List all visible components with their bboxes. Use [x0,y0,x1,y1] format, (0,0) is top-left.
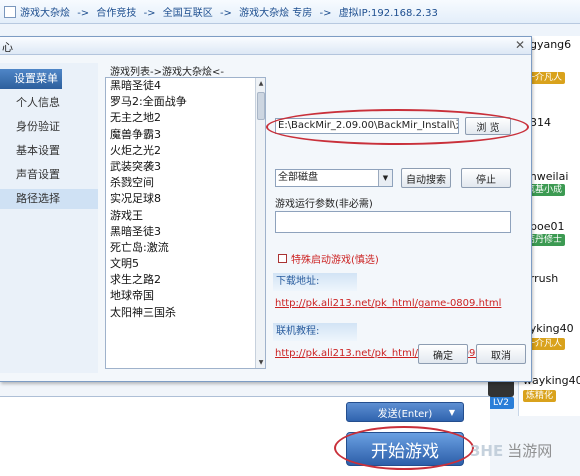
list-item[interactable]: 武装突袭3 [106,159,265,175]
params-field[interactable] [275,211,511,233]
window-icon [4,5,16,18]
download-link[interactable]: http://pk.ali213.net/pk_html/game-0809.h… [275,298,501,309]
tutorial-section-header: 联机教程: [273,323,357,341]
list-item[interactable]: 黑暗圣徒4 [106,78,265,94]
rank-badge: 炼精化 [523,390,557,402]
game-list-scrollbar[interactable]: ▲ ▼ [255,78,265,368]
highlight-circle [266,109,529,145]
settings-menu: 设置菜单 个人信息 身份验证 基本设置 声音设置 路径选择 [0,63,98,373]
watermark-logo-icon: 3HE [470,442,504,460]
send-button[interactable]: 发送(Enter) ▼ [346,402,464,422]
breadcrumb-separator: -> [319,8,332,19]
list-item[interactable]: 魔兽争霸3 [106,127,265,143]
list-item[interactable]: 死亡岛:激流 [106,240,265,256]
app-subbar [0,24,580,36]
game-list[interactable]: 黑暗圣徒4 罗马2:全面战争 无主之地2 魔兽争霸3 火炬之光2 武装突袭3 杀… [105,77,266,369]
breadcrumb-item[interactable]: 合作竞技 [96,8,136,19]
ok-button[interactable]: 确定 [418,344,468,364]
virtual-ip-label: 虚拟IP:192.168.2.33 [338,8,438,19]
breadcrumb-item[interactable]: 游戏大杂烩 专房 [239,8,312,19]
scroll-down-icon[interactable]: ▼ [257,359,265,366]
auto-search-button[interactable]: 自动搜索 [401,168,451,188]
breadcrumb: 游戏大杂烩 -> 合作竞技 -> 全国互联区 -> 游戏大杂烩 专房 -> 虚拟… [20,4,442,19]
scroll-up-icon[interactable]: ▲ [257,80,265,87]
dropdown-arrow-icon[interactable]: ▼ [449,408,455,417]
highlight-circle [334,426,474,470]
menu-header: 设置菜单 [0,69,62,89]
breadcrumb-separator: -> [143,8,156,19]
menu-item-sound-settings[interactable]: 声音设置 [0,165,98,185]
stop-button[interactable]: 停止 [461,168,511,188]
breadcrumb-item[interactable]: 游戏大杂烩 [20,8,70,19]
level-badge: LV2 [488,397,514,409]
list-item[interactable]: 实况足球8 [106,191,265,207]
menu-item-personal-info[interactable]: 个人信息 [0,93,98,113]
close-icon[interactable]: ✕ [515,38,525,52]
list-item[interactable]: 黑暗圣徒3 [106,224,265,240]
breadcrumb-separator: -> [219,8,232,19]
game-list-label: 游戏列表->游戏大杂烩<- [110,67,224,78]
list-item[interactable]: 无主之地2 [106,110,265,126]
download-section-header: 下载地址: [273,273,357,291]
list-item[interactable]: 游戏王 [106,208,265,224]
special-launch-row[interactable]: 特殊启动游戏(慎选) [278,251,379,266]
menu-item-identity[interactable]: 身份验证 [0,117,98,137]
list-item[interactable]: 文明5 [106,256,265,272]
watermark: 3HE 当游网 [470,440,552,461]
list-item[interactable]: 求生之路2 [106,272,265,288]
app-topbar: 游戏大杂烩 -> 合作竞技 -> 全国互联区 -> 游戏大杂烩 专房 -> 虚拟… [0,0,580,24]
dialog-title: 心 [2,41,13,54]
send-button-label: 发送(Enter) [377,408,433,420]
menu-item-path-select[interactable]: 路径选择 [0,189,98,209]
cancel-button[interactable]: 取消 [476,344,526,364]
scrollbar-thumb[interactable] [257,92,265,120]
list-item[interactable]: 太阳神三国杀 [106,305,265,321]
list-item[interactable]: 杀戮空间 [106,175,265,191]
special-launch-checkbox[interactable] [278,254,287,263]
menu-item-basic-settings[interactable]: 基本设置 [0,141,98,161]
params-label: 游戏运行参数(非必需) [275,199,373,210]
list-item[interactable]: 火炬之光2 [106,143,265,159]
special-launch-label: 特殊启动游戏(慎选) [291,255,379,266]
disk-select[interactable]: 全部磁盘 ▼ [275,169,393,187]
chevron-down-icon[interactable]: ▼ [378,170,392,186]
watermark-text: 当游网 [507,442,553,460]
settings-dialog: 心 ✕ 设置菜单 个人信息 身份验证 基本设置 声音设置 路径选择 游戏列表->… [0,36,532,382]
breadcrumb-separator: -> [77,8,90,19]
disk-select-value: 全部磁盘 [278,172,318,183]
list-item[interactable]: 罗马2:全面战争 [106,94,265,110]
dialog-titlebar[interactable]: 心 ✕ [0,37,531,55]
list-item[interactable]: 地球帝国 [106,288,265,304]
breadcrumb-item[interactable]: 全国互联区 [163,8,213,19]
